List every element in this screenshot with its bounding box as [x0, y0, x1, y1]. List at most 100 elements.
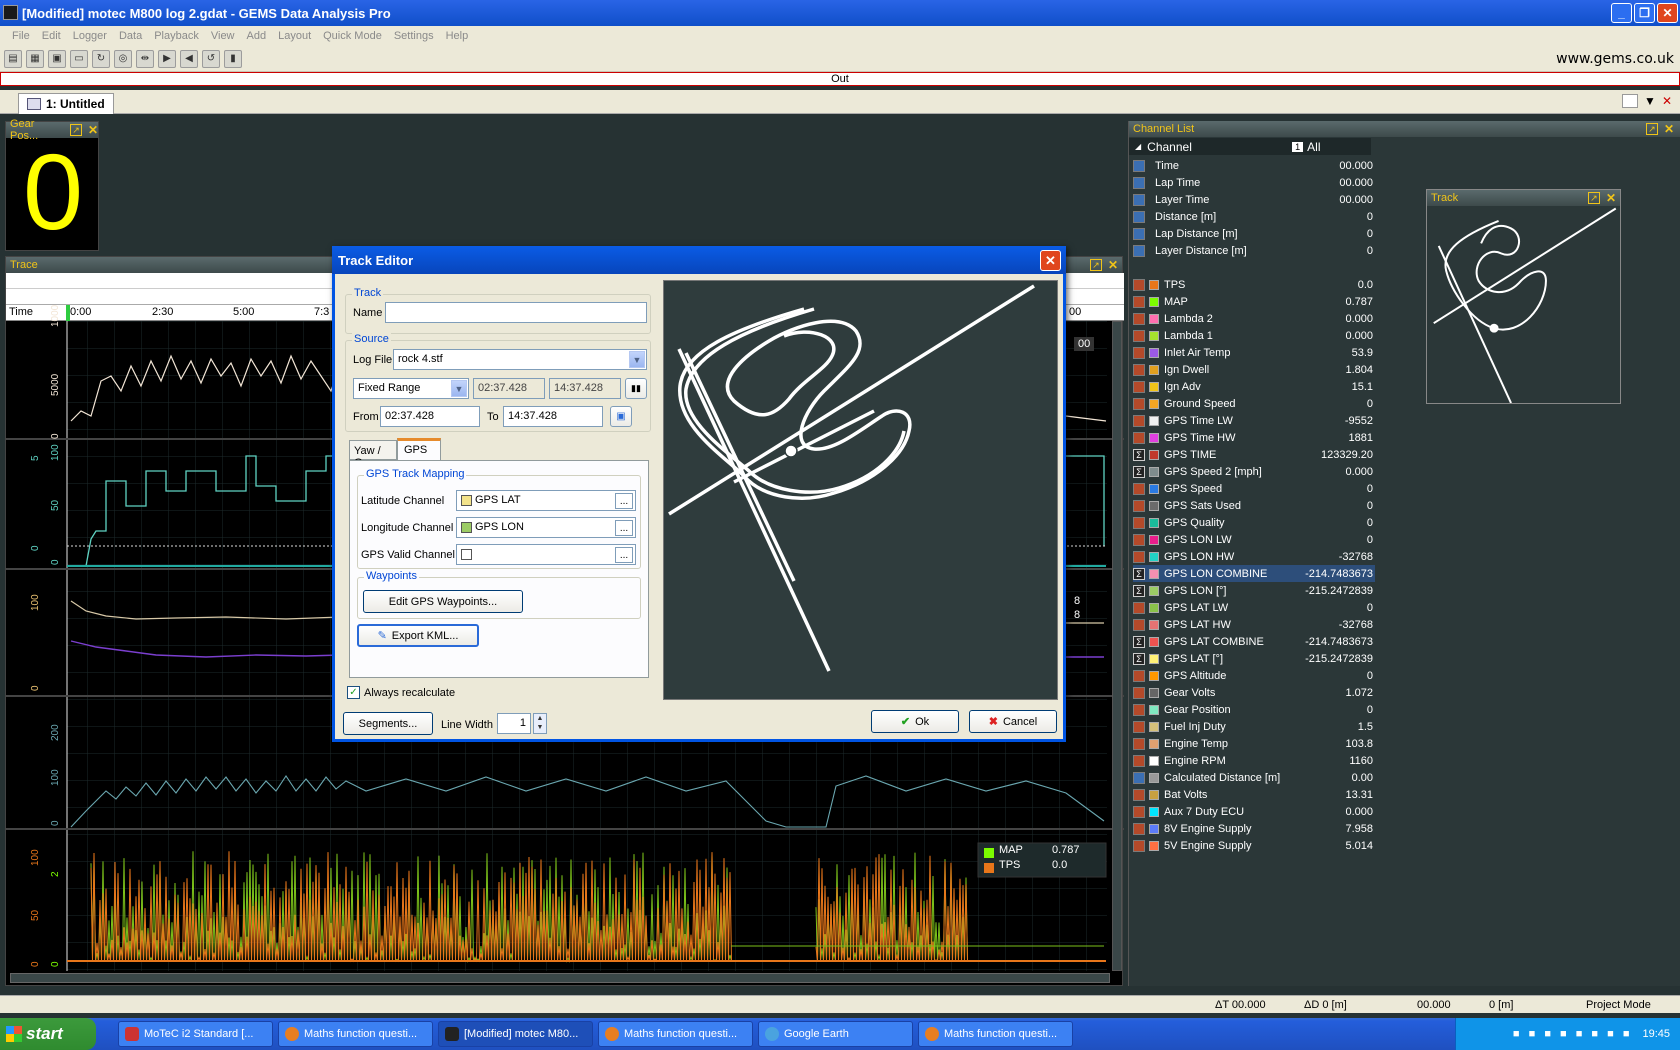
- close-icon[interactable]: ✕: [1606, 191, 1616, 205]
- tab-close-icon[interactable]: ✕: [1662, 94, 1672, 108]
- menu-playback[interactable]: Playback: [148, 30, 205, 42]
- start-button[interactable]: start: [0, 1018, 96, 1050]
- line-width-input[interactable]: 1: [497, 713, 531, 734]
- channel-row[interactable]: GPS Quality 0: [1133, 514, 1375, 531]
- export-kml-button[interactable]: ✎ Export KML...: [357, 624, 479, 647]
- new-project-icon[interactable]: ▤: [4, 49, 22, 68]
- channel-row[interactable]: Σ GPS LAT COMBINE -214.7483673: [1133, 633, 1375, 650]
- track-mini-map[interactable]: [1427, 206, 1620, 404]
- edit-gps-waypoints-button[interactable]: Edit GPS Waypoints...: [363, 590, 523, 613]
- range-mode-select[interactable]: Fixed Range ▼: [353, 378, 469, 399]
- trace-vscroll[interactable]: [1112, 321, 1122, 971]
- float-icon[interactable]: ↗: [1089, 259, 1102, 271]
- from-input[interactable]: 02:37.428: [380, 406, 480, 427]
- browse-longitude-button[interactable]: ...: [615, 520, 633, 536]
- range-picker-button[interactable]: ▮▮: [625, 378, 647, 399]
- save-icon[interactable]: ▭: [70, 49, 88, 68]
- channel-row[interactable]: GPS Time LW -9552: [1133, 412, 1375, 429]
- channel-row[interactable]: Ign Adv 15.1: [1133, 378, 1375, 395]
- menu-file[interactable]: File: [6, 30, 36, 42]
- trace-scrollbar[interactable]: [10, 973, 1110, 983]
- taskbar-item[interactable]: Maths function questi...: [918, 1021, 1073, 1047]
- restore-button[interactable]: ❐: [1634, 3, 1655, 23]
- channel-row[interactable]: GPS LAT HW -32768: [1133, 616, 1375, 633]
- tray-icons[interactable]: ■ ■ ■ ■ ■ ■ ■ ■: [1513, 1028, 1633, 1040]
- open-icon[interactable]: ▦: [26, 49, 44, 68]
- channel-row[interactable]: GPS LAT LW 0: [1133, 599, 1375, 616]
- taskbar-item[interactable]: MoTeC i2 Standard [...: [118, 1021, 273, 1047]
- channel-row[interactable]: Engine Temp 103.8: [1133, 735, 1375, 752]
- rewind-icon[interactable]: ◀: [180, 49, 198, 68]
- channel-row[interactable]: Σ GPS LAT [°] -215.2472839: [1133, 650, 1375, 667]
- channel-row[interactable]: Gear Position 0: [1133, 701, 1375, 718]
- filter-label[interactable]: All: [1307, 140, 1320, 154]
- menu-help[interactable]: Help: [440, 30, 475, 42]
- open-data-icon[interactable]: ▣: [48, 49, 66, 68]
- tab-scroll-icon[interactable]: [1622, 94, 1639, 108]
- copy-range-button[interactable]: ▣: [610, 406, 632, 427]
- close-icon[interactable]: ✕: [88, 123, 98, 137]
- channel-row[interactable]: Fuel Inj Duty 1.5: [1133, 718, 1375, 735]
- menu-view[interactable]: View: [205, 30, 241, 42]
- browse-gps-valid-button[interactable]: ...: [615, 547, 633, 563]
- channel-row[interactable]: 5V Engine Supply 5.014: [1133, 837, 1375, 854]
- track-preview[interactable]: [663, 280, 1058, 700]
- menu-logger[interactable]: Logger: [67, 30, 113, 42]
- channel-row[interactable]: Σ GPS LON COMBINE -214.7483673: [1133, 565, 1375, 582]
- channel-row[interactable]: Engine RPM 1160: [1133, 752, 1375, 769]
- channel-row[interactable]: MAP 0.787: [1133, 293, 1375, 310]
- channel-row[interactable]: Σ GPS Speed 2 [mph] 0.000: [1133, 463, 1375, 480]
- media-icon[interactable]: ▮: [224, 49, 242, 68]
- channel-row[interactable]: Inlet Air Temp 53.9: [1133, 344, 1375, 361]
- cancel-button[interactable]: ✖ Cancel: [969, 710, 1057, 733]
- channel-row[interactable]: Time 00.000: [1133, 157, 1375, 174]
- menu-settings[interactable]: Settings: [388, 30, 440, 42]
- menu-data[interactable]: Data: [113, 30, 148, 42]
- expand-icon[interactable]: ◢: [1135, 142, 1141, 151]
- cursor-mode-icon[interactable]: ◎: [114, 49, 132, 68]
- zoom-fit-icon[interactable]: ⇹: [136, 49, 154, 68]
- line-width-spinner[interactable]: ▲ ▼: [533, 713, 547, 734]
- channel-row[interactable]: Gear Volts 1.072: [1133, 684, 1375, 701]
- close-window-button[interactable]: ✕: [1657, 3, 1678, 23]
- channel-row[interactable]: Layer Time 00.000: [1133, 191, 1375, 208]
- to-input[interactable]: 14:37.428: [503, 406, 603, 427]
- float-icon[interactable]: ↗: [1645, 123, 1658, 135]
- channel-row[interactable]: GPS Altitude 0: [1133, 667, 1375, 684]
- logfile-select[interactable]: rock 4.stf ▼: [393, 349, 647, 370]
- taskbar-item[interactable]: Maths function questi...: [278, 1021, 433, 1047]
- channel-row[interactable]: Ign Dwell 1.804: [1133, 361, 1375, 378]
- tab-untitled[interactable]: 1: Untitled: [18, 93, 114, 114]
- channel-row[interactable]: Bat Volts 13.31: [1133, 786, 1375, 803]
- name-input[interactable]: [385, 302, 647, 323]
- tab-menu-icon[interactable]: ▼: [1644, 94, 1656, 108]
- gps-valid-channel-field[interactable]: ...: [456, 544, 636, 565]
- segments-button[interactable]: Segments...: [343, 712, 433, 735]
- taskbar-item[interactable]: Google Earth: [758, 1021, 913, 1047]
- channel-row[interactable]: Σ GPS LON [°] -215.2472839: [1133, 582, 1375, 599]
- channel-row[interactable]: Σ GPS TIME 123329.20: [1133, 446, 1375, 463]
- channel-row[interactable]: TPS 0.0: [1133, 276, 1375, 293]
- float-icon[interactable]: ↗: [1587, 192, 1600, 204]
- channel-row[interactable]: Aux 7 Duty ECU 0.000: [1133, 803, 1375, 820]
- dialog-close-button[interactable]: ✕: [1040, 250, 1061, 271]
- channel-row[interactable]: Distance [m] 0: [1133, 208, 1375, 225]
- channel-row[interactable]: GPS LON HW -32768: [1133, 548, 1375, 565]
- channel-row[interactable]: Calculated Distance [m] 0.00: [1133, 769, 1375, 786]
- channel-row[interactable]: Lap Time 00.000: [1133, 174, 1375, 191]
- channel-row[interactable]: Layer Distance [m] 0: [1133, 242, 1375, 259]
- channel-row[interactable]: 8V Engine Supply 7.958: [1133, 820, 1375, 837]
- ok-button[interactable]: ✔ Ok: [871, 710, 959, 733]
- tab-yaw-g[interactable]: Yaw / G: [349, 440, 397, 469]
- latitude-channel-field[interactable]: GPS LAT ...: [456, 490, 636, 511]
- channel-row[interactable]: GPS Time HW 1881: [1133, 429, 1375, 446]
- channel-row[interactable]: Ground Speed 0: [1133, 395, 1375, 412]
- close-icon[interactable]: ✕: [1108, 258, 1118, 272]
- taskbar-item[interactable]: Maths function questi...: [598, 1021, 753, 1047]
- browse-latitude-button[interactable]: ...: [615, 493, 633, 509]
- menu-layout[interactable]: Layout: [272, 30, 317, 42]
- channel-row[interactable]: GPS Speed 0: [1133, 480, 1375, 497]
- menu-edit[interactable]: Edit: [36, 30, 67, 42]
- channel-row[interactable]: Lambda 2 0.000: [1133, 310, 1375, 327]
- menu-quick-mode[interactable]: Quick Mode: [317, 30, 388, 42]
